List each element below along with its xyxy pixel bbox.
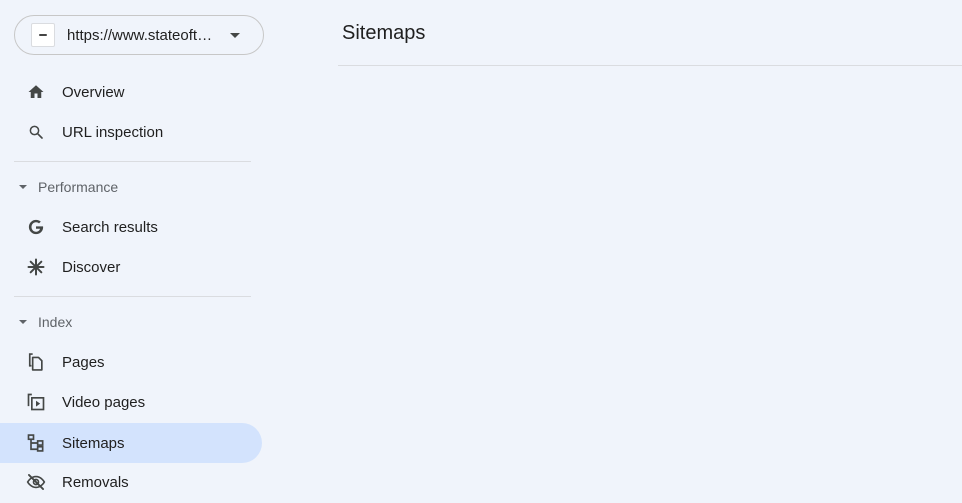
sidebar-item-url-inspection[interactable]: URL inspection [0, 112, 262, 152]
sidebar-item-sitemaps[interactable]: Sitemaps [0, 423, 262, 463]
caret-down-icon [19, 320, 27, 324]
title-divider [338, 65, 962, 66]
pages-icon [26, 352, 46, 372]
sidebar-item-video-pages[interactable]: Video pages [0, 382, 262, 422]
sidebar-item-overview[interactable]: Overview [0, 72, 262, 112]
sidebar-item-label: Removals [62, 473, 129, 491]
sidebar-item-label: Discover [62, 258, 121, 276]
sidebar-item-pages[interactable]: Pages [0, 342, 262, 382]
sidebar-item-label: Search results [62, 218, 158, 236]
sitemap-tree-icon [26, 433, 46, 453]
section-label: Index [38, 314, 73, 330]
chevron-down-icon [230, 32, 240, 38]
sidebar-item-removals[interactable]: Removals [0, 462, 262, 502]
main-content: Sitemaps [338, 0, 962, 503]
sidebar-item-label: Sitemaps [62, 434, 125, 452]
page-title: Sitemaps [342, 22, 426, 44]
google-g-icon [26, 217, 46, 237]
asterisk-icon [26, 257, 46, 277]
eye-off-icon [26, 472, 46, 492]
sidebar-item-label: Overview [62, 83, 125, 101]
section-header-index[interactable]: Index [0, 307, 262, 337]
sidebar-divider [14, 161, 251, 162]
sidebar-item-search-results[interactable]: Search results [0, 207, 262, 247]
sidebar-divider [14, 296, 251, 297]
home-icon [26, 82, 46, 102]
property-url: https://www.stateofthedapps.com/ [67, 26, 215, 44]
sidebar-item-label: URL inspection [62, 123, 164, 141]
sidebar: https://www.stateofthedapps.com/ Overvie… [0, 0, 276, 503]
sidebar-item-label: Pages [62, 353, 105, 371]
search-icon [26, 122, 46, 142]
sidebar-item-label: Video pages [62, 393, 146, 411]
section-label: Performance [38, 179, 119, 195]
section-header-performance[interactable]: Performance [0, 172, 262, 202]
property-selector[interactable]: https://www.stateofthedapps.com/ [14, 15, 264, 55]
sidebar-item-discover[interactable]: Discover [0, 247, 262, 287]
property-favicon-icon [31, 23, 55, 47]
video-pages-icon [26, 392, 46, 412]
caret-down-icon [19, 185, 27, 189]
